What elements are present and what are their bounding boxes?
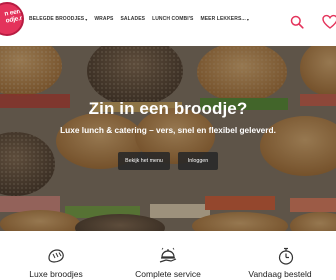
nav-item-label: Lunch combi's <box>152 16 194 22</box>
site-header: n een odje.nl Belegde broodjes ▾ Wraps S… <box>0 0 336 46</box>
chevron-down-icon: ▾ <box>85 16 88 22</box>
hero-banner: Zin in een broodje? Luxe lunch & caterin… <box>0 46 336 231</box>
nav-item-lunch-combis[interactable]: Lunch combi's <box>152 16 193 22</box>
nav-item-meer-lekkers[interactable]: Meer lekkers... ▾ <box>200 16 249 22</box>
nav-item-label: Meer lekkers... <box>200 16 246 22</box>
stopwatch-icon <box>278 247 294 265</box>
hero-overlay <box>0 46 336 231</box>
login-button[interactable]: Inloggen <box>178 152 218 170</box>
nav-item-label: Wraps <box>94 16 114 22</box>
feature-complete-service: Complete service <box>112 231 224 280</box>
site-logo[interactable]: n een odje.nl <box>0 2 24 36</box>
nav-item-wraps[interactable]: Wraps <box>94 16 113 22</box>
nav-item-salades[interactable]: Salades <box>120 16 145 22</box>
heart-icon[interactable] <box>322 14 336 30</box>
nav-item-label: Belegde broodjes <box>29 16 85 22</box>
bread-icon <box>48 249 64 263</box>
feature-label: Complete service <box>135 269 201 279</box>
hero-subtitle: Luxe lunch & catering – vers, snel en fl… <box>60 125 276 135</box>
hero-title: Zin in een broodje? <box>88 99 248 118</box>
main-nav: Belegde broodjes ▾ Wraps Salades Lunch c… <box>29 16 256 22</box>
chevron-down-icon: ▾ <box>246 16 249 22</box>
logo-text: n een odje.nl <box>4 7 22 25</box>
search-icon[interactable] <box>290 15 304 29</box>
nav-item-label: Salades <box>120 16 146 22</box>
nav-item-belegde-broodjes[interactable]: Belegde broodjes ▾ <box>29 16 87 22</box>
features-strip: Luxe broodjes Complete service Vandaag b… <box>0 231 336 280</box>
feature-label: Vandaag besteld <box>248 269 312 279</box>
feature-vandaag-besteld: Vandaag besteld <box>224 231 336 280</box>
feature-label: Luxe broodjes <box>29 269 83 279</box>
service-tray-icon <box>159 247 177 263</box>
feature-luxe-broodjes: Luxe broodjes <box>0 231 112 280</box>
view-menu-button[interactable]: Bekijk het menu <box>118 152 170 170</box>
